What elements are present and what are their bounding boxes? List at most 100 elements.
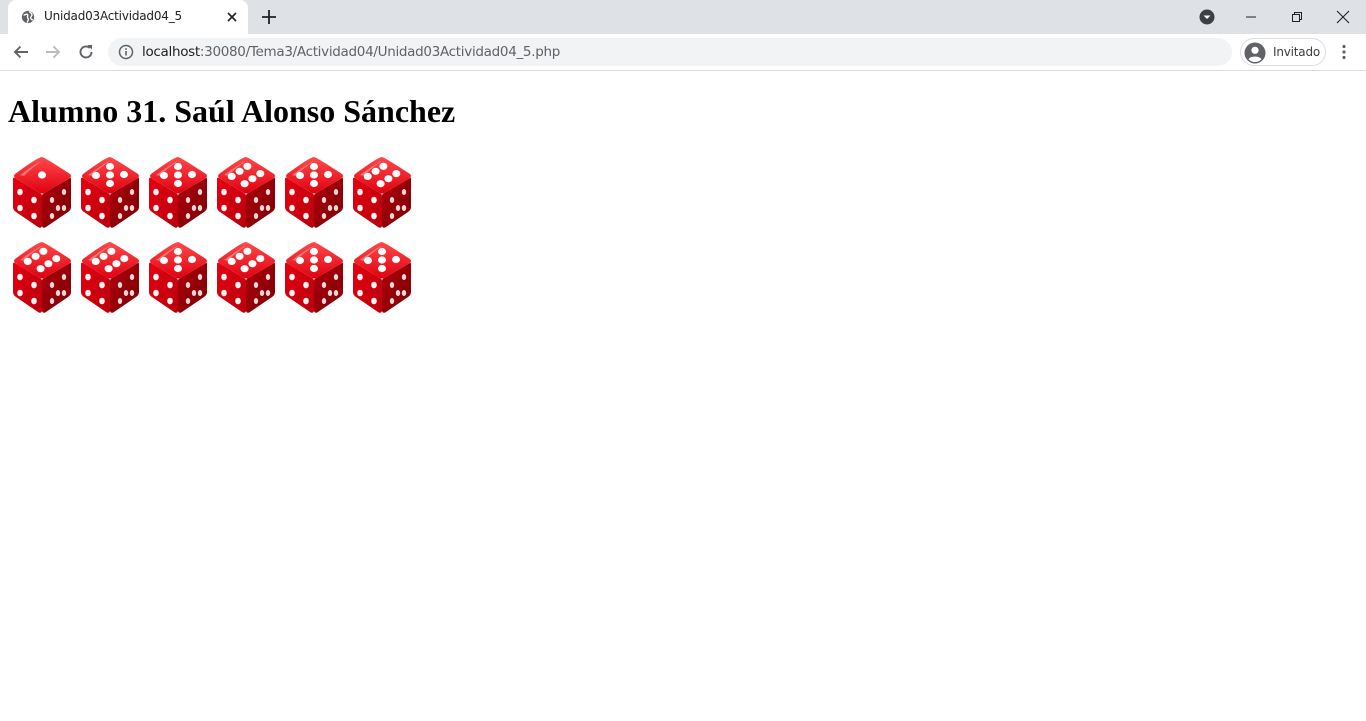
die-side-pip: [153, 204, 159, 212]
die-pip: [371, 167, 380, 175]
close-tab-icon[interactable]: [224, 9, 240, 25]
die-pip: [392, 170, 401, 178]
die-side-pip: [259, 205, 265, 211]
die-side-pip: [167, 196, 173, 204]
die-side-pip: [49, 213, 55, 219]
restore-icon: [1292, 12, 1302, 22]
minimize-button[interactable]: [1228, 0, 1274, 34]
restore-button[interactable]: [1274, 0, 1320, 34]
die-pip: [174, 162, 182, 171]
die-side-pip: [185, 282, 191, 288]
die-pip: [31, 252, 40, 260]
die-side-pip: [303, 212, 309, 220]
address-bar[interactable]: localhost:30080/Tema3/Actividad04/Unidad…: [108, 38, 1232, 66]
die-side-pip: [117, 197, 123, 203]
die-pip: [52, 255, 61, 263]
die-side-pip: [395, 290, 401, 296]
dice-row-1: [8, 152, 416, 232]
die-side-pip: [303, 281, 309, 289]
die-side-pip: [197, 189, 203, 195]
die-side-pip: [265, 290, 271, 296]
die-side-pip: [129, 189, 135, 195]
forward-button[interactable]: [42, 41, 64, 63]
die-side-pip: [185, 298, 191, 304]
die-side-pip: [197, 274, 203, 280]
die-pip: [188, 170, 196, 179]
die-side-pip: [61, 205, 67, 211]
die-side-pip: [99, 212, 105, 220]
die-pip: [310, 264, 318, 273]
die-pip: [248, 260, 257, 268]
die-side-pip: [265, 274, 271, 280]
die-pip: [36, 265, 45, 273]
die-1: [81, 157, 139, 228]
die-pip: [107, 247, 116, 255]
die-side-pip: [371, 196, 377, 204]
info-icon[interactable]: [118, 44, 134, 60]
browser-menu-button[interactable]: [1336, 41, 1352, 63]
die-8: [149, 242, 207, 313]
die-side-pip: [235, 196, 241, 204]
die-pip: [256, 255, 265, 263]
die-pip: [243, 162, 252, 170]
arrow-right-icon: [46, 45, 61, 59]
die-side-pip: [357, 289, 363, 297]
die-side-pip: [85, 273, 91, 281]
die-side-pip: [99, 196, 105, 204]
die-pip: [310, 179, 318, 188]
close-window-button[interactable]: [1320, 0, 1366, 34]
die-side-pip: [259, 290, 265, 296]
die-side-pip: [197, 290, 203, 296]
die-side-pip: [49, 197, 55, 203]
die-pip: [92, 171, 100, 180]
browser-toolbar: localhost:30080/Tema3/Actividad04/Unidad…: [0, 34, 1366, 71]
die-pip: [243, 247, 252, 255]
tab-title: Unidad03Actividad04_5: [44, 9, 182, 23]
more-vert-icon: [1342, 44, 1346, 60]
die-pip: [378, 264, 386, 273]
die-side-pip: [235, 281, 241, 289]
back-button[interactable]: [10, 41, 32, 63]
die-side-pip: [333, 290, 339, 296]
die-pip: [296, 171, 304, 180]
die-side-pip: [99, 297, 105, 305]
die-side-pip: [395, 205, 401, 211]
tab-search-icon[interactable]: [1198, 8, 1216, 26]
dice-row-2: [8, 237, 416, 317]
die-side-pip: [129, 205, 135, 211]
die-pip: [39, 247, 48, 255]
avatar-icon: [1244, 42, 1266, 64]
die-pip: [160, 171, 168, 180]
die-side-pip: [123, 205, 129, 211]
die-side-pip: [401, 274, 407, 280]
die-side-pip: [129, 290, 135, 296]
die-side-pip: [85, 289, 91, 297]
die-pip: [310, 162, 318, 171]
die-side-pip: [31, 297, 37, 305]
die-side-pip: [153, 188, 159, 196]
die-side-pip: [333, 189, 339, 195]
die-pip: [99, 252, 108, 260]
die-pip: [240, 265, 249, 273]
die-pip: [364, 256, 372, 265]
die-side-pip: [327, 205, 333, 211]
page-content: Alumno 31. Saúl Alonso Sánchez: [0, 72, 1366, 721]
new-tab-icon[interactable]: [260, 8, 278, 26]
die-pip: [248, 175, 257, 183]
browser-tab[interactable]: Unidad03Actividad04_5: [8, 0, 248, 34]
die-side-pip: [117, 298, 123, 304]
die-side-pip: [357, 273, 363, 281]
die-pip: [296, 256, 304, 265]
die-side-pip: [371, 212, 377, 220]
die-side-pip: [371, 297, 377, 305]
die-2: [149, 157, 207, 228]
die-side-pip: [321, 298, 327, 304]
profile-button[interactable]: Invitado: [1240, 38, 1326, 66]
die-pip: [378, 256, 386, 264]
url-text: localhost:30080/Tema3/Actividad04/Unidad…: [142, 44, 560, 60]
die-pip: [160, 256, 168, 265]
die-pip: [363, 172, 372, 180]
reload-button[interactable]: [75, 41, 97, 63]
profile-label: Invitado: [1273, 45, 1320, 59]
die-side-pip: [49, 282, 55, 288]
